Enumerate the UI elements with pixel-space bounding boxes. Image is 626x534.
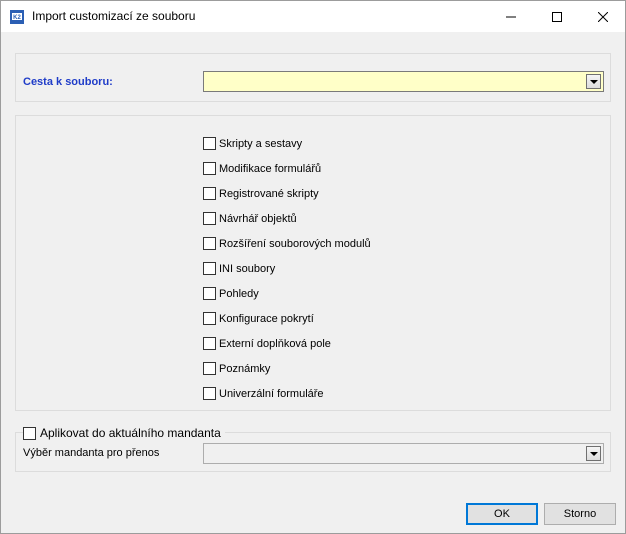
option-label: Modifikace formulářů [219, 162, 322, 175]
option-checkbox[interactable] [203, 212, 216, 225]
cancel-button[interactable]: Storno [544, 503, 616, 525]
option-checkbox-row[interactable]: Skripty a sestavy [203, 136, 302, 151]
option-checkbox[interactable] [203, 337, 216, 350]
option-label: Registrované skripty [219, 187, 319, 200]
chevron-down-icon [589, 451, 598, 456]
option-label: Skripty a sestavy [219, 137, 303, 150]
dialog-window: K2 Import customizací ze souboru Cesta k… [0, 0, 626, 534]
option-checkbox-row[interactable]: Rozšíření souborových modulů [203, 236, 371, 251]
maximize-icon [552, 11, 562, 22]
option-checkbox-row[interactable]: Návrhář objektů [203, 211, 297, 226]
tenant-select-label: Výběr mandanta pro přenos [23, 447, 160, 459]
option-label: Konfigurace pokrytí [219, 312, 314, 325]
option-label: INI soubory [219, 262, 276, 275]
close-button[interactable] [580, 1, 626, 32]
options-group [15, 115, 611, 411]
option-label: Pohledy [219, 287, 259, 300]
minimize-button[interactable] [488, 1, 534, 32]
option-checkbox-row[interactable]: Modifikace formulářů [203, 161, 321, 176]
option-checkbox-row[interactable]: Univerzální formuláře [203, 386, 324, 401]
option-checkbox[interactable] [203, 137, 216, 150]
svg-text:K2: K2 [13, 15, 21, 21]
option-checkbox[interactable] [203, 362, 216, 375]
option-checkbox-row[interactable]: Externí doplňková pole [203, 336, 331, 351]
maximize-button[interactable] [534, 1, 580, 32]
option-label: Návrhář objektů [219, 212, 297, 225]
option-checkbox-row[interactable]: Pohledy [203, 286, 259, 301]
option-label: Poznámky [219, 362, 271, 375]
title-bar[interactable]: K2 Import customizací ze souboru [1, 1, 625, 32]
close-icon [598, 11, 608, 22]
option-checkbox[interactable] [203, 162, 216, 175]
option-label: Univerzální formuláře [219, 387, 324, 400]
option-checkbox[interactable] [203, 237, 216, 250]
app-icon: K2 [10, 10, 24, 24]
option-checkbox-row[interactable]: Konfigurace pokrytí [203, 311, 314, 326]
path-combobox[interactable] [203, 71, 604, 92]
tenant-dropdown-button[interactable] [586, 446, 601, 461]
option-checkbox-row[interactable]: INI soubory [203, 261, 275, 276]
path-label: Cesta k souboru: [23, 76, 113, 88]
option-label: Rozšíření souborových modulů [219, 237, 371, 250]
option-checkbox[interactable] [203, 187, 216, 200]
minimize-icon [506, 16, 516, 17]
tenant-combobox[interactable] [203, 443, 604, 464]
apply-tenant-checkbox[interactable] [23, 426, 36, 440]
path-dropdown-button[interactable] [586, 74, 601, 89]
ok-button[interactable]: OK [466, 503, 538, 525]
option-checkbox[interactable] [203, 387, 216, 400]
option-checkbox-row[interactable]: Registrované skripty [203, 186, 319, 201]
option-checkbox-row[interactable]: Poznámky [203, 361, 270, 376]
option-label: Externí doplňková pole [219, 337, 331, 350]
chevron-down-icon [589, 79, 598, 84]
option-checkbox[interactable] [203, 262, 216, 275]
option-checkbox[interactable] [203, 312, 216, 325]
apply-tenant-checkbox-row[interactable]: Aplikovat do aktuálního mandanta [23, 425, 225, 441]
window-title: Import customizací ze souboru [32, 9, 196, 23]
apply-tenant-label: Aplikovat do aktuálního mandanta [40, 426, 221, 440]
option-checkbox[interactable] [203, 287, 216, 300]
